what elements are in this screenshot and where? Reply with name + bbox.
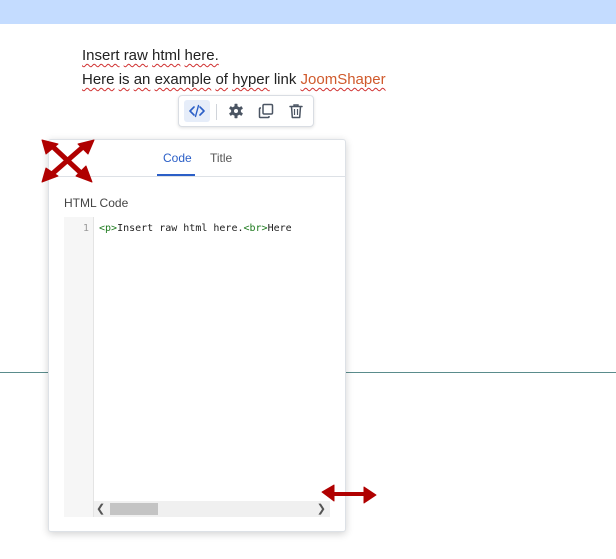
code-line[interactable]: <p>Insert raw html here.<br>Here [99, 223, 292, 234]
line-number: 1 [82, 223, 89, 234]
tab-code[interactable]: Code [163, 151, 192, 165]
scrollbar-thumb[interactable] [110, 503, 158, 515]
word: example [154, 71, 212, 88]
code-tag: <br> [243, 223, 268, 234]
horizontal-scrollbar[interactable]: ❮ ❯ [94, 501, 330, 517]
code-text: Here [267, 223, 292, 234]
resize-diagonal-icon[interactable] [38, 138, 98, 184]
word: html [152, 47, 181, 64]
tab-title[interactable]: Title [210, 151, 232, 165]
code-tag: <p> [99, 223, 118, 234]
scroll-left-icon[interactable]: ❮ [96, 502, 105, 515]
word: is [118, 71, 130, 88]
joomshaper-link[interactable]: JoomShaper [301, 71, 386, 88]
resize-horizontal-icon[interactable] [320, 483, 378, 505]
word: link [273, 71, 297, 88]
trash-icon [289, 104, 303, 119]
word: Insert [82, 47, 120, 64]
content-text[interactable]: Insert raw html here. Here is an example… [82, 44, 386, 92]
word: raw [123, 47, 148, 64]
addon-toolbar [178, 95, 314, 127]
word: hyper [232, 71, 270, 88]
duplicate-icon [258, 103, 274, 119]
toolbar-separator [216, 104, 217, 120]
duplicate-button[interactable] [253, 100, 279, 122]
raw-html-settings-panel: Code Title HTML Code 1 <p>Insert raw htm… [48, 139, 346, 532]
code-icon [189, 104, 205, 118]
html-code-editor[interactable]: 1 <p>Insert raw html here.<br>Here ❮ ❯ [64, 217, 330, 517]
content-line-2: Here is an example of hyper link JoomSha… [82, 68, 386, 92]
content-line-1: Insert raw html here. [82, 44, 386, 68]
line-number-gutter: 1 [64, 217, 94, 517]
top-band [0, 0, 616, 24]
word: an [133, 71, 151, 88]
code-text: Insert raw html here. [117, 223, 244, 234]
active-tab-indicator [157, 174, 195, 176]
word: here. [184, 47, 219, 64]
word: Here [82, 71, 115, 88]
gear-icon [229, 103, 243, 119]
delete-button[interactable] [283, 100, 309, 122]
settings-button[interactable] [223, 100, 249, 122]
code-button[interactable] [184, 100, 210, 122]
html-code-label: HTML Code [64, 196, 129, 210]
word: of [215, 71, 228, 88]
